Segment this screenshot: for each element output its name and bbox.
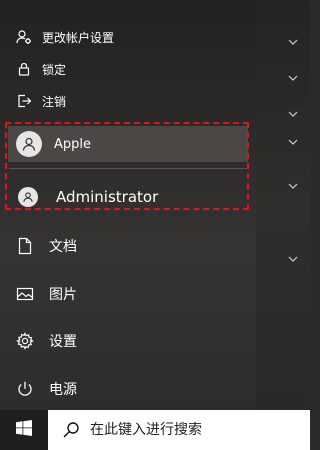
picture-icon (15, 284, 35, 304)
sign-out-item[interactable]: 注销 (0, 90, 256, 112)
documents-label: 文档 (49, 239, 77, 255)
document-icon (15, 236, 35, 256)
change-account-settings-label: 更改帐户设置 (42, 30, 115, 45)
pictures-label: 图片 (49, 287, 77, 303)
start-button[interactable] (0, 410, 48, 450)
person-gear-icon (16, 29, 32, 45)
nav-item-pictures[interactable]: 图片 (0, 274, 256, 314)
nav-item-settings[interactable]: 设置 (0, 321, 256, 361)
settings-label: 设置 (49, 334, 77, 350)
annotation-highlight-box (5, 122, 249, 210)
search-icon (62, 421, 80, 439)
search-input[interactable] (88, 421, 292, 439)
chevron-down-icon[interactable] (287, 138, 299, 146)
lock-icon (16, 61, 32, 77)
power-label: 电源 (49, 382, 77, 398)
change-account-settings-item[interactable]: 更改帐户设置 (0, 26, 256, 48)
windows-logo-icon (16, 420, 32, 440)
nav-item-documents[interactable]: 文档 (0, 226, 256, 266)
taskbar-search-box[interactable] (48, 410, 310, 450)
lock-item[interactable]: 锁定 (0, 58, 256, 80)
gear-icon (15, 331, 35, 351)
chevron-down-icon[interactable] (287, 255, 299, 263)
tile-group-strip (256, 0, 310, 410)
lock-label: 锁定 (42, 62, 67, 77)
chevron-down-icon[interactable] (287, 74, 299, 82)
taskbar (0, 410, 310, 450)
nav-item-power[interactable]: 电源 (0, 369, 256, 409)
power-icon (15, 379, 35, 399)
chevron-down-icon[interactable] (287, 182, 299, 190)
sign-out-label: 注销 (42, 94, 67, 109)
sign-out-icon (16, 93, 32, 109)
chevron-down-icon[interactable] (287, 110, 299, 118)
chevron-down-icon[interactable] (287, 38, 299, 46)
